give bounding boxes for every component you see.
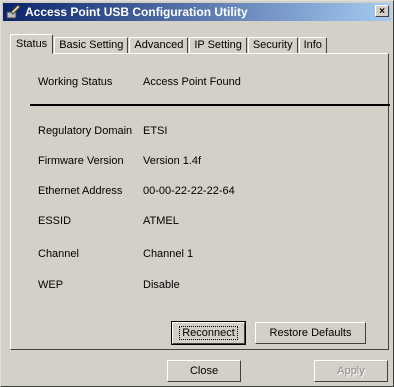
- close-label: Close: [189, 365, 219, 377]
- apply-label: Apply: [337, 365, 365, 377]
- tab-advanced[interactable]: Advanced: [129, 37, 189, 54]
- close-button[interactable]: Close: [167, 360, 241, 382]
- restore-defaults-button[interactable]: Restore Defaults: [255, 322, 366, 344]
- tab-status[interactable]: Status: [10, 34, 54, 54]
- wep-value: Disable: [143, 279, 180, 291]
- ethernet-address-value: 00-00-22-22-22-64: [143, 185, 235, 197]
- section-divider: [30, 104, 390, 106]
- tab-strip: Status Basic Setting Advanced IP Setting…: [10, 34, 328, 54]
- wep-label: WEP: [38, 279, 64, 291]
- essid-label: ESSID: [38, 215, 72, 227]
- reconnect-button[interactable]: Reconnect: [171, 321, 246, 345]
- working-status-value: Access Point Found: [143, 76, 241, 88]
- tab-basic-setting[interactable]: Basic Setting: [54, 37, 129, 54]
- regulatory-domain-value: ETSI: [143, 125, 168, 137]
- status-panel: Working Status Access Point Found Regula…: [10, 53, 390, 350]
- title-bar[interactable]: Access Point USB Configuration Utility ×: [3, 3, 391, 21]
- firmware-version-label: Firmware Version: [38, 155, 124, 167]
- close-icon: ×: [379, 6, 385, 17]
- window-title: Access Point USB Configuration Utility: [25, 5, 248, 19]
- app-icon: [6, 4, 21, 19]
- essid-value: ATMEL: [143, 215, 179, 227]
- regulatory-domain-label: Regulatory Domain: [38, 125, 133, 137]
- apply-button[interactable]: Apply: [314, 360, 388, 382]
- channel-label: Channel: [38, 248, 79, 260]
- tab-info[interactable]: Info: [298, 37, 327, 54]
- tab-security[interactable]: Security: [247, 37, 298, 54]
- restore-defaults-label: Restore Defaults: [269, 327, 352, 339]
- tab-ip-setting[interactable]: IP Setting: [189, 37, 247, 54]
- close-window-button[interactable]: ×: [375, 5, 389, 17]
- reconnect-label: Reconnect: [179, 326, 238, 340]
- ethernet-address-label: Ethernet Address: [38, 185, 123, 197]
- channel-value: Channel 1: [143, 248, 194, 260]
- working-status-label: Working Status: [38, 76, 113, 88]
- firmware-version-value: Version 1.4f: [143, 155, 202, 167]
- config-window: Access Point USB Configuration Utility ×…: [0, 0, 394, 387]
